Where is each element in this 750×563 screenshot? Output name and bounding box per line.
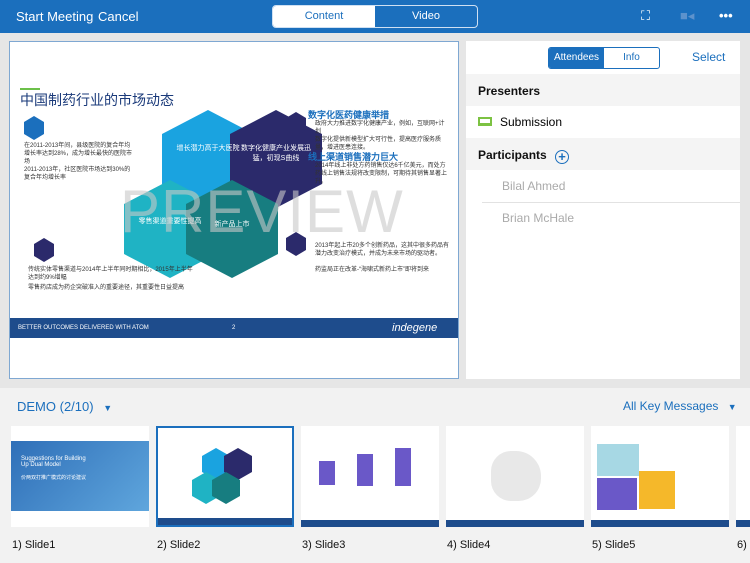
participants-header: Participants + [466, 138, 740, 170]
hex-label: 增长潜力高于大医院 [176, 145, 240, 152]
top-bar: Start Meeting Cancel Content Video ⛶ ■◂ … [0, 0, 750, 33]
more-icon[interactable]: ••• [719, 8, 733, 23]
select-button[interactable]: Select [692, 50, 725, 64]
video-camera-icon[interactable]: ■◂ [680, 8, 694, 24]
slide-thumbnail-5[interactable] [591, 426, 729, 527]
tab-video[interactable]: Video [375, 6, 477, 27]
footer-text: BETTER OUTCOMES DELIVERED WITH ATOM [18, 325, 149, 331]
chevron-down-icon: ▼ [727, 402, 737, 412]
deck-selector[interactable]: DEMO (2/10) ▼ [17, 399, 112, 414]
content-video-toggle: Content Video [272, 5, 478, 28]
thumb-footer [736, 520, 750, 527]
bullet: 在2011-2013年间，县级医院的复合年均增长率达到28%，成为增长最快的医院… [24, 143, 133, 165]
attendees-panel: Attendees Info Select Presenters Submiss… [466, 41, 740, 379]
block [597, 444, 639, 476]
bullet: 传统实体零售渠道与2014年上半年同时期相比，2015年上半年达到约9%增幅 [28, 267, 193, 281]
chart-icon-hex [24, 116, 44, 140]
thumb-footer [446, 520, 584, 527]
participants-label: Participants [478, 148, 547, 162]
bullet: 政府大力推进数字化健康产业，例如，互联网+计划 [315, 121, 445, 135]
cover-subtitle: 价两双打推广模式的讨论建议 [21, 475, 87, 481]
presenter-name: Submission [500, 115, 563, 129]
slide-preview[interactable]: 中国制药行业的市场动态 增长潜力高于大医院 数字化健康产业发展迅猛，初现S曲线 … [9, 41, 459, 379]
bar [357, 454, 373, 486]
attendees-info-toggle: Attendees Info [548, 47, 660, 69]
presenter-item[interactable]: Submission [466, 106, 740, 138]
slide-footer: BETTER OUTCOMES DELIVERED WITH ATOM 2 in… [10, 318, 458, 338]
cover-title: Suggestions for Building Up Dual Model [21, 456, 86, 468]
hexagon-mini [192, 448, 252, 504]
hex-label: 数字化健康产业发展迅猛，初现S曲线 [241, 145, 311, 162]
preview-watermark: PREVIEW [120, 178, 404, 245]
key-messages-filter[interactable]: All Key Messages ▼ [623, 399, 737, 413]
add-participant-icon[interactable]: + [555, 150, 570, 164]
map-graphic [491, 451, 541, 501]
bullet: 2011-2013年，社区医院市场达到30%的复合年均增长率 [24, 167, 131, 181]
brand-logo: indegene [392, 322, 438, 334]
slide-thumbnail-4[interactable] [446, 426, 584, 527]
filter-label: All Key Messages [623, 399, 719, 413]
fullscreen-icon[interactable]: ⛶ [641, 8, 650, 24]
arrow-icon-hex [34, 238, 54, 262]
tab-info[interactable]: Info [604, 48, 659, 68]
cancel-button[interactable]: Cancel [98, 9, 138, 24]
slide-thumbnail-6[interactable] [736, 426, 750, 527]
thumb-label: 1) Slide1 [12, 539, 56, 551]
slide-thumbnail-3[interactable] [301, 426, 439, 527]
page-number: 2 [232, 325, 236, 331]
thumb-footer [158, 518, 292, 525]
laptop-icon [478, 117, 492, 126]
thumb-label: 5) Slide5 [592, 539, 636, 551]
participant-item[interactable]: Brian McHale [466, 202, 740, 234]
bullet: 零售药店成为药企突破准入的重要途径，其重要性日益提高 [28, 285, 185, 291]
participant-item[interactable]: Bilal Ahmed [466, 170, 740, 202]
thumb-label: 4) Slide4 [447, 539, 491, 551]
thumb-footer [301, 520, 439, 527]
bar [319, 461, 335, 485]
thumb-label: 3) Slide3 [302, 539, 346, 551]
thumb-label: 6) [737, 539, 747, 551]
start-meeting-button[interactable]: Start Meeting [16, 9, 93, 24]
tab-attendees[interactable]: Attendees [549, 48, 604, 68]
thumb-footer [591, 520, 729, 527]
tab-content[interactable]: Content [273, 6, 375, 27]
block [639, 471, 675, 509]
slide-thumbnail-2[interactable] [156, 426, 294, 527]
thumb-label: 2) Slide2 [157, 539, 201, 551]
chevron-down-icon: ▼ [103, 403, 113, 413]
block [597, 478, 637, 510]
presenters-header: Presenters [466, 74, 740, 106]
bullet: 药监局正在改革-“海啸式新药上市”即将到来 [315, 267, 429, 273]
bar [395, 448, 411, 486]
deck-label: DEMO (2/10) [17, 399, 94, 414]
slide-thumbnail-1[interactable]: Suggestions for Building Up Dual Model 价… [11, 426, 149, 527]
